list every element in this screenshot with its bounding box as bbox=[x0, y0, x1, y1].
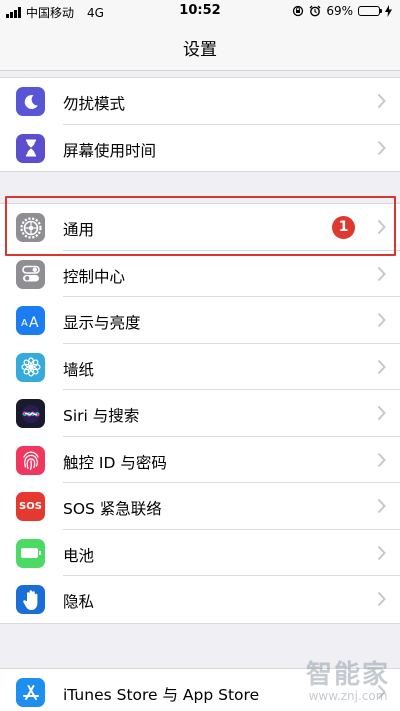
watermark-logo: 智能家 bbox=[305, 660, 390, 690]
rotation-lock-icon bbox=[293, 5, 304, 17]
settings-row-battery[interactable]: 电池 bbox=[0, 530, 400, 576]
settings-row-privacy[interactable]: 隐私 bbox=[0, 576, 400, 623]
siri-icon bbox=[16, 399, 45, 428]
status-bar: 中国移动 4G 10:52 69% bbox=[0, 0, 400, 22]
toggles-icon bbox=[16, 259, 45, 289]
chevron-right-icon bbox=[377, 93, 386, 109]
settings-row-wallpaper[interactable]: 墙纸 bbox=[0, 344, 400, 390]
highlight-box bbox=[5, 196, 396, 256]
settings-screen: 中国移动 4G 10:52 69% 设置 勿扰模式 屏幕使用时间 通用 1 控制… bbox=[0, 0, 400, 711]
page-title: 设置 bbox=[183, 40, 217, 60]
sos-icon-text: SOS bbox=[19, 501, 42, 512]
battery-icon bbox=[16, 538, 45, 568]
chevron-right-icon bbox=[377, 140, 386, 155]
watermark-url: www.znj.com bbox=[308, 689, 388, 703]
battery-icon bbox=[358, 6, 382, 16]
settings-row-label: 电池 bbox=[63, 546, 95, 565]
chevron-right-icon bbox=[377, 452, 386, 467]
navigation-bar: 设置 bbox=[0, 22, 400, 71]
hourglass-icon bbox=[16, 133, 45, 163]
settings-row-label: 显示与亮度 bbox=[63, 314, 141, 332]
charging-bolt-icon bbox=[385, 5, 392, 17]
settings-row-label: 隐私 bbox=[63, 593, 95, 611]
alarm-icon bbox=[309, 5, 321, 17]
settings-row-label: Siri 与搜索 bbox=[63, 407, 140, 425]
settings-group-main: 通用 1 控制中心 A A 显示与亮度 墙纸 Siri 与搜索 触控 ID 与密… bbox=[0, 203, 400, 624]
sos-icon: SOS bbox=[16, 492, 45, 521]
svg-text:A: A bbox=[21, 318, 28, 329]
chevron-right-icon bbox=[377, 545, 386, 560]
chevron-right-icon bbox=[377, 312, 386, 328]
settings-row-label: iTunes Store 与 App Store bbox=[63, 686, 260, 704]
settings-row-label: 触控 ID 与密码 bbox=[63, 453, 167, 472]
flower-icon bbox=[16, 352, 45, 382]
settings-row-touch-id-passcode[interactable]: 触控 ID 与密码 bbox=[0, 437, 400, 483]
chevron-right-icon bbox=[377, 359, 386, 374]
chevron-right-icon bbox=[377, 591, 386, 607]
settings-row-do-not-disturb[interactable]: 勿扰模式 bbox=[0, 78, 400, 125]
settings-row-siri-search[interactable]: Siri 与搜索 bbox=[0, 390, 400, 437]
fingerprint-icon bbox=[16, 445, 45, 475]
battery-percent: 69% bbox=[326, 4, 353, 18]
settings-row-label: 勿扰模式 bbox=[63, 95, 126, 113]
chevron-right-icon bbox=[377, 405, 386, 421]
settings-row-emergency-sos[interactable]: SOS SOS 紧急联络 bbox=[0, 483, 400, 530]
settings-row-label: 墙纸 bbox=[63, 360, 95, 379]
chevron-right-icon bbox=[377, 266, 386, 281]
text-size-icon: A A bbox=[16, 306, 45, 335]
settings-row-screen-time[interactable]: 屏幕使用时间 bbox=[0, 125, 400, 172]
settings-group-focus: 勿扰模式 屏幕使用时间 bbox=[0, 77, 400, 172]
watermark: 智能家 www.znj.com bbox=[306, 661, 390, 703]
chevron-right-icon bbox=[377, 498, 386, 514]
hand-icon bbox=[16, 585, 45, 614]
settings-row-label: 控制中心 bbox=[63, 267, 126, 286]
settings-row-label: 屏幕使用时间 bbox=[63, 141, 157, 160]
svg-text:A: A bbox=[29, 315, 39, 329]
settings-row-display-brightness[interactable]: A A 显示与亮度 bbox=[0, 297, 400, 344]
settings-row-control-center[interactable]: 控制中心 bbox=[0, 251, 400, 297]
moon-icon bbox=[16, 87, 45, 116]
settings-row-label: SOS 紧急联络 bbox=[63, 500, 162, 518]
app-store-icon bbox=[16, 678, 45, 707]
